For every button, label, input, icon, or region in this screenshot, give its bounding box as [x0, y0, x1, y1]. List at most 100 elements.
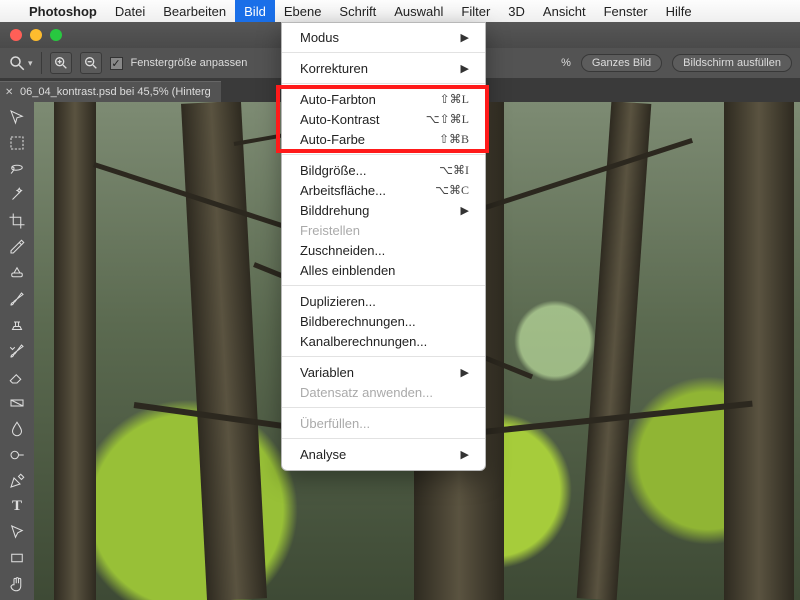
gradient-tool[interactable]	[5, 394, 29, 412]
magnifier-plus-icon	[53, 55, 69, 71]
marquee-tool[interactable]	[5, 134, 29, 152]
menu-item-bildberechnungen[interactable]: Bildberechnungen...	[282, 311, 485, 331]
menu-item-label: Bildgröße...	[300, 163, 366, 178]
fit-whole-image-button[interactable]: Ganzes Bild	[581, 54, 662, 72]
menu-separator	[282, 83, 485, 84]
current-tool-indicator[interactable]: ▾	[8, 54, 33, 72]
menu-item-label: Variablen	[300, 365, 354, 380]
menu-filter[interactable]: Filter	[452, 0, 499, 22]
menu-bearbeiten[interactable]: Bearbeiten	[154, 0, 235, 22]
menu-item-duplizieren[interactable]: Duplizieren...	[282, 291, 485, 311]
menu-item-auto-kontrast[interactable]: Auto-Kontrast⌥⇧⌘L	[282, 109, 485, 129]
menu-item-label: Bildberechnungen...	[300, 314, 416, 329]
separator	[41, 52, 42, 74]
menu-shortcut: ⇧⌘L	[440, 92, 469, 107]
document-tab[interactable]: ✕ 06_04_kontrast.psd bei 45,5% (Hinterg	[0, 81, 221, 102]
menu-hilfe[interactable]: Hilfe	[657, 0, 701, 22]
menu-item-auto-farbe[interactable]: Auto-Farbe⇧⌘B	[282, 129, 485, 149]
type-tool[interactable]: T	[5, 498, 29, 515]
menu-separator	[282, 285, 485, 286]
app-menu[interactable]: Photoshop	[20, 0, 106, 22]
menu-item-arbeitsfl-che[interactable]: Arbeitsfläche...⌥⌘C	[282, 180, 485, 200]
menu-item-bilddrehung[interactable]: Bilddrehung ▶	[282, 200, 485, 220]
menu-separator	[282, 52, 485, 53]
document-tab-label: 06_04_kontrast.psd bei 45,5% (Hinterg	[20, 86, 211, 98]
menu-item-label: Bilddrehung	[300, 203, 369, 218]
menu-item-berf-llen: Überfüllen...	[282, 413, 485, 433]
window-controls	[0, 29, 62, 41]
dodge-tool[interactable]	[5, 446, 29, 464]
bild-menu-dropdown: Modus ▶ Korrekturen ▶ Auto-Farbton ⇧⌘L Auto-Ko…	[281, 22, 486, 471]
menu-item-label: Zuschneiden...	[300, 243, 385, 258]
menu-fenster[interactable]: Fenster	[595, 0, 657, 22]
close-tab-icon[interactable]: ✕	[5, 87, 13, 98]
menu-item-label: Analyse	[300, 447, 346, 462]
menu-item-label: Datensatz anwenden...	[300, 385, 433, 400]
type-icon: T	[12, 498, 22, 515]
submenu-arrow-icon: ▶	[461, 62, 469, 75]
menu-item-label: Überfüllen...	[300, 416, 370, 431]
zoom-percent-suffix: %	[561, 57, 571, 69]
menu-item-label: Kanalberechnungen...	[300, 334, 427, 349]
menu-item-label: Modus	[300, 30, 339, 45]
menu-item-modus[interactable]: Modus ▶	[282, 27, 485, 47]
menu-shortcut: ⌥⌘C	[435, 183, 469, 198]
submenu-arrow-icon: ▶	[461, 366, 469, 379]
resize-windows-checkbox[interactable]: ✓	[110, 57, 123, 70]
magic-wand-tool[interactable]	[5, 186, 29, 204]
pen-tool[interactable]	[5, 472, 29, 490]
menu-item-analyse[interactable]: Analyse ▶	[282, 444, 485, 464]
clone-stamp-tool[interactable]	[5, 316, 29, 334]
rectangle-tool[interactable]	[5, 549, 29, 567]
menu-3d[interactable]: 3D	[499, 0, 534, 22]
close-window-button[interactable]	[10, 29, 22, 41]
submenu-arrow-icon: ▶	[461, 204, 469, 217]
menu-item-label: Duplizieren...	[300, 294, 376, 309]
magnifier-minus-icon	[83, 55, 99, 71]
menu-item-label: Korrekturen	[300, 61, 368, 76]
menu-item-label: Auto-Farbton	[300, 92, 376, 107]
menu-item-label: Alles einblenden	[300, 263, 395, 278]
chevron-down-icon: ▾	[28, 58, 33, 69]
blur-tool[interactable]	[5, 420, 29, 438]
submenu-arrow-icon: ▶	[461, 31, 469, 44]
brush-tool[interactable]	[5, 290, 29, 308]
menu-item-auto-farbton[interactable]: Auto-Farbton ⇧⌘L	[282, 89, 485, 109]
mac-menubar: Photoshop Datei Bearbeiten Bild Ebene Sc…	[0, 0, 800, 22]
menu-bild[interactable]: Bild	[235, 0, 275, 22]
menu-shortcut: ⌥⌘I	[439, 163, 469, 178]
menu-item-kanalberechnungen[interactable]: Kanalberechnungen...	[282, 331, 485, 351]
magnifier-icon	[8, 54, 26, 72]
menu-datei[interactable]: Datei	[106, 0, 154, 22]
eyedropper-tool[interactable]	[5, 238, 29, 256]
submenu-arrow-icon: ▶	[461, 448, 469, 461]
menu-item-zuschneiden[interactable]: Zuschneiden...	[282, 240, 485, 260]
move-tool[interactable]	[5, 108, 29, 126]
menu-auswahl[interactable]: Auswahl	[385, 0, 452, 22]
menu-item-alles-einblenden[interactable]: Alles einblenden	[282, 260, 485, 280]
zoom-window-button[interactable]	[50, 29, 62, 41]
menu-item-label: Auto-Farbe	[300, 132, 365, 147]
menu-separator	[282, 356, 485, 357]
zoom-in-button[interactable]	[50, 52, 72, 74]
menu-item-label: Freistellen	[300, 223, 360, 238]
hand-tool[interactable]	[5, 575, 29, 593]
path-select-tool[interactable]	[5, 523, 29, 541]
lasso-tool[interactable]	[5, 160, 29, 178]
menu-ansicht[interactable]: Ansicht	[534, 0, 595, 22]
menu-item-bildgr-e[interactable]: Bildgröße... ⌥⌘I	[282, 160, 485, 180]
menu-item-freistellen: Freistellen	[282, 220, 485, 240]
crop-tool[interactable]	[5, 212, 29, 230]
spot-heal-tool[interactable]	[5, 264, 29, 282]
menu-ebene[interactable]: Ebene	[275, 0, 331, 22]
zoom-out-button[interactable]	[80, 52, 102, 74]
history-brush-tool[interactable]	[5, 342, 29, 360]
fill-screen-button[interactable]: Bildschirm ausfüllen	[672, 54, 792, 72]
resize-windows-label: Fenstergröße anpassen	[131, 57, 248, 69]
menu-schrift[interactable]: Schrift	[330, 0, 385, 22]
minimize-window-button[interactable]	[30, 29, 42, 41]
menu-item-korrekturen[interactable]: Korrekturen ▶	[282, 58, 485, 78]
eraser-tool[interactable]	[5, 368, 29, 386]
menu-item-variablen[interactable]: Variablen ▶	[282, 362, 485, 382]
menu-separator	[282, 154, 485, 155]
